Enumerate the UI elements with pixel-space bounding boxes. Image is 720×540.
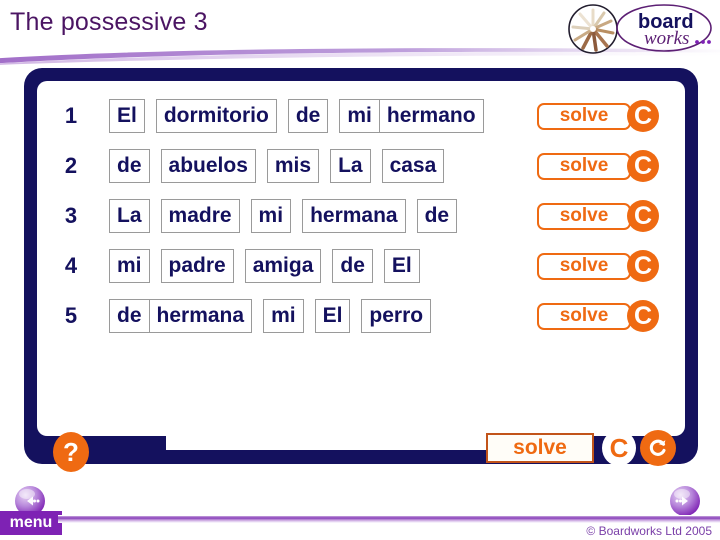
row-solve-button[interactable]: solve <box>537 152 631 180</box>
word-tile-group: El <box>383 249 420 283</box>
undo-arrow-icon <box>649 439 666 456</box>
sentence-row: 3 La madre mi hermana de solve C <box>37 199 685 233</box>
activity-panel: 1 El dormitorio de mi hermano solve C 2 de abuelos… <box>37 81 685 436</box>
word-tile-group: de <box>109 149 150 183</box>
word-tile[interactable]: mis <box>266 149 320 183</box>
svg-text:works: works <box>644 28 689 49</box>
word-tile-group: madre <box>160 199 240 233</box>
word-tile-strip: La madre mi hermana de <box>109 199 458 233</box>
word-tile[interactable]: de <box>332 249 373 283</box>
word-tile-group: padre <box>160 249 234 283</box>
row-check-button[interactable]: C <box>627 200 659 232</box>
word-tile-strip: mi padre amiga de El <box>109 249 420 283</box>
word-tile[interactable]: hermana <box>302 199 406 233</box>
row-number: 1 <box>64 103 78 128</box>
row-controls: solve C <box>537 250 659 282</box>
word-tile-group: El <box>314 299 351 333</box>
row-solve-button[interactable]: solve <box>537 252 631 280</box>
word-tile-group: de <box>332 249 373 283</box>
boardworks-logo: board works <box>566 2 714 58</box>
word-tile-group: mis <box>266 149 320 183</box>
word-tile-group: amiga <box>244 249 322 283</box>
word-tile-group: La <box>330 149 371 183</box>
word-tile[interactable]: mi <box>250 199 292 233</box>
word-tile[interactable]: mi <box>109 249 150 283</box>
word-tile-strip: de abuelos mis La casa <box>109 149 445 183</box>
word-tile-group: La <box>109 199 150 233</box>
word-tile[interactable]: de <box>416 199 458 233</box>
word-tile[interactable]: casa <box>381 149 445 183</box>
word-tile[interactable]: padre <box>160 249 234 283</box>
sentence-row: 2 de abuelos mis La casa solve C <box>37 149 685 183</box>
reset-button[interactable] <box>640 430 676 466</box>
word-tile[interactable]: amiga <box>244 249 322 283</box>
row-number: 2 <box>64 153 78 178</box>
row-number: 3 <box>64 203 78 228</box>
row-solve-button[interactable]: solve <box>537 302 631 330</box>
word-tile-group: perro <box>361 299 432 333</box>
word-tile-group: mi <box>250 199 292 233</box>
row-controls: solve C <box>537 150 659 182</box>
row-controls: solve C <box>537 200 659 232</box>
word-tile[interactable]: de <box>109 299 150 333</box>
word-tile-group: mi <box>109 249 150 283</box>
sentence-row: 5 de hermana mi El perro solve C <box>37 299 685 333</box>
word-tile-group: de <box>287 99 329 133</box>
word-tile[interactable]: mi <box>339 99 380 133</box>
row-check-button[interactable]: C <box>627 250 659 282</box>
page-title: The possessive 3 <box>10 8 208 36</box>
word-tile[interactable]: perro <box>361 299 432 333</box>
next-arrow-icon <box>670 486 700 516</box>
sentence-row: 1 El dormitorio de mi hermano solve C <box>37 99 685 133</box>
next-slide-button[interactable] <box>668 484 702 518</box>
word-tile[interactable]: El <box>109 99 145 133</box>
word-tile-group: abuelos <box>160 149 256 183</box>
copyright-text: © Boardworks Ltd 2005 <box>586 524 712 538</box>
word-tile[interactable]: El <box>383 249 420 283</box>
word-tile[interactable]: dormitorio <box>155 99 277 133</box>
word-tile[interactable]: La <box>109 199 150 233</box>
sentence-row: 4 mi padre amiga de El solve C <box>37 249 685 283</box>
word-tile[interactable]: hermana <box>149 299 253 333</box>
word-tile[interactable]: de <box>287 99 329 133</box>
word-tile-strip: de hermana mi El perro <box>109 299 432 333</box>
word-tile[interactable]: mi <box>263 299 304 333</box>
word-tile[interactable]: madre <box>160 199 240 233</box>
word-tile-group: mi <box>263 299 304 333</box>
word-tile[interactable]: El <box>314 299 351 333</box>
word-tile-strip: El dormitorio de mi hermano <box>109 99 484 133</box>
word-tile-group: mi hermano <box>339 99 484 133</box>
word-tile-group: de hermana <box>109 299 253 333</box>
row-check-button[interactable]: C <box>627 300 659 332</box>
row-solve-button[interactable]: solve <box>537 202 631 230</box>
row-number: 4 <box>64 253 78 278</box>
row-number: 5 <box>64 303 78 328</box>
row-check-button[interactable]: C <box>627 150 659 182</box>
word-tile-group: de <box>416 199 458 233</box>
row-controls: solve C <box>537 300 659 332</box>
check-all-button[interactable]: C <box>602 430 636 466</box>
help-button[interactable]: ? <box>53 432 89 472</box>
row-solve-button[interactable]: solve <box>537 102 631 130</box>
word-tile-group: El <box>109 99 145 133</box>
word-tile[interactable]: hermano <box>379 99 484 133</box>
word-tile-group: dormitorio <box>155 99 277 133</box>
solve-all-button[interactable]: solve <box>486 433 594 463</box>
starburst-icon <box>568 4 618 54</box>
word-tile[interactable]: La <box>330 149 371 183</box>
row-controls: solve C <box>537 100 659 132</box>
word-tile-group: casa <box>381 149 445 183</box>
menu-button[interactable]: menu <box>0 511 62 535</box>
word-tile[interactable]: de <box>109 149 150 183</box>
word-tile-group: hermana <box>302 199 406 233</box>
row-check-button[interactable]: C <box>627 100 659 132</box>
word-tile[interactable]: abuelos <box>160 149 256 183</box>
footer-divider <box>58 515 720 523</box>
activity-frame: 1 El dormitorio de mi hermano solve C 2 de abuelos… <box>24 68 698 472</box>
